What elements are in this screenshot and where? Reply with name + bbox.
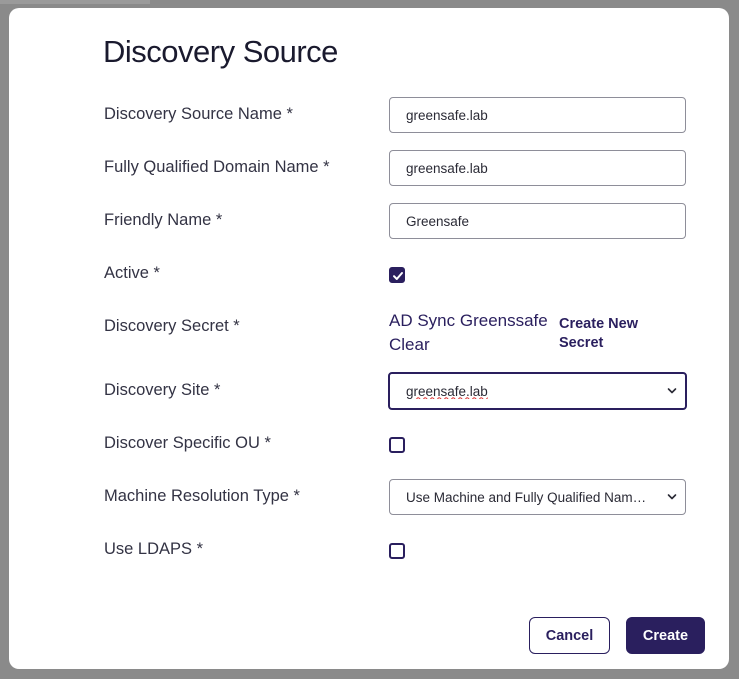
specific-ou-label: Discover Specific OU * — [104, 434, 271, 452]
active-checkbox[interactable] — [389, 267, 405, 283]
create-new-secret-link[interactable]: Create New Secret — [559, 315, 659, 353]
fqdn-label: Fully Qualified Domain Name * — [104, 158, 330, 176]
discovery-secret-link[interactable]: AD Sync Greenssafe Clear — [389, 309, 554, 357]
backdrop — [0, 0, 150, 4]
ldaps-checkbox[interactable] — [389, 543, 405, 559]
discovery-site-value: greensafe.lab — [406, 383, 488, 399]
source-name-label: Discovery Source Name * — [104, 105, 293, 123]
specific-ou-checkbox[interactable] — [389, 437, 405, 453]
create-button[interactable]: Create — [626, 617, 705, 654]
fqdn-input[interactable]: greensafe.lab — [389, 150, 686, 186]
dialog-title: Discovery Source — [103, 34, 338, 69]
active-label: Active * — [104, 264, 160, 282]
resolution-type-value: Use Machine and Fully Qualified Name (… — [406, 489, 651, 505]
ldaps-label: Use LDAPS * — [104, 540, 204, 558]
discovery-source-dialog: Discovery Source Discovery Source Name *… — [9, 8, 729, 669]
chevron-down-icon — [667, 494, 677, 500]
discovery-site-select[interactable]: greensafe.lab — [388, 372, 687, 410]
discovery-site-label: Discovery Site * — [104, 381, 221, 399]
discovery-secret-label: Discovery Secret * — [104, 317, 240, 335]
checkmark-icon — [393, 272, 403, 280]
friendly-name-label: Friendly Name * — [104, 211, 223, 229]
friendly-name-input[interactable]: Greensafe — [389, 203, 686, 239]
resolution-type-select[interactable]: Use Machine and Fully Qualified Name (… — [389, 479, 686, 515]
cancel-button[interactable]: Cancel — [529, 617, 610, 654]
chevron-down-icon — [667, 388, 677, 394]
resolution-type-label: Machine Resolution Type * — [104, 487, 300, 505]
source-name-input[interactable]: greensafe.lab — [389, 97, 686, 133]
